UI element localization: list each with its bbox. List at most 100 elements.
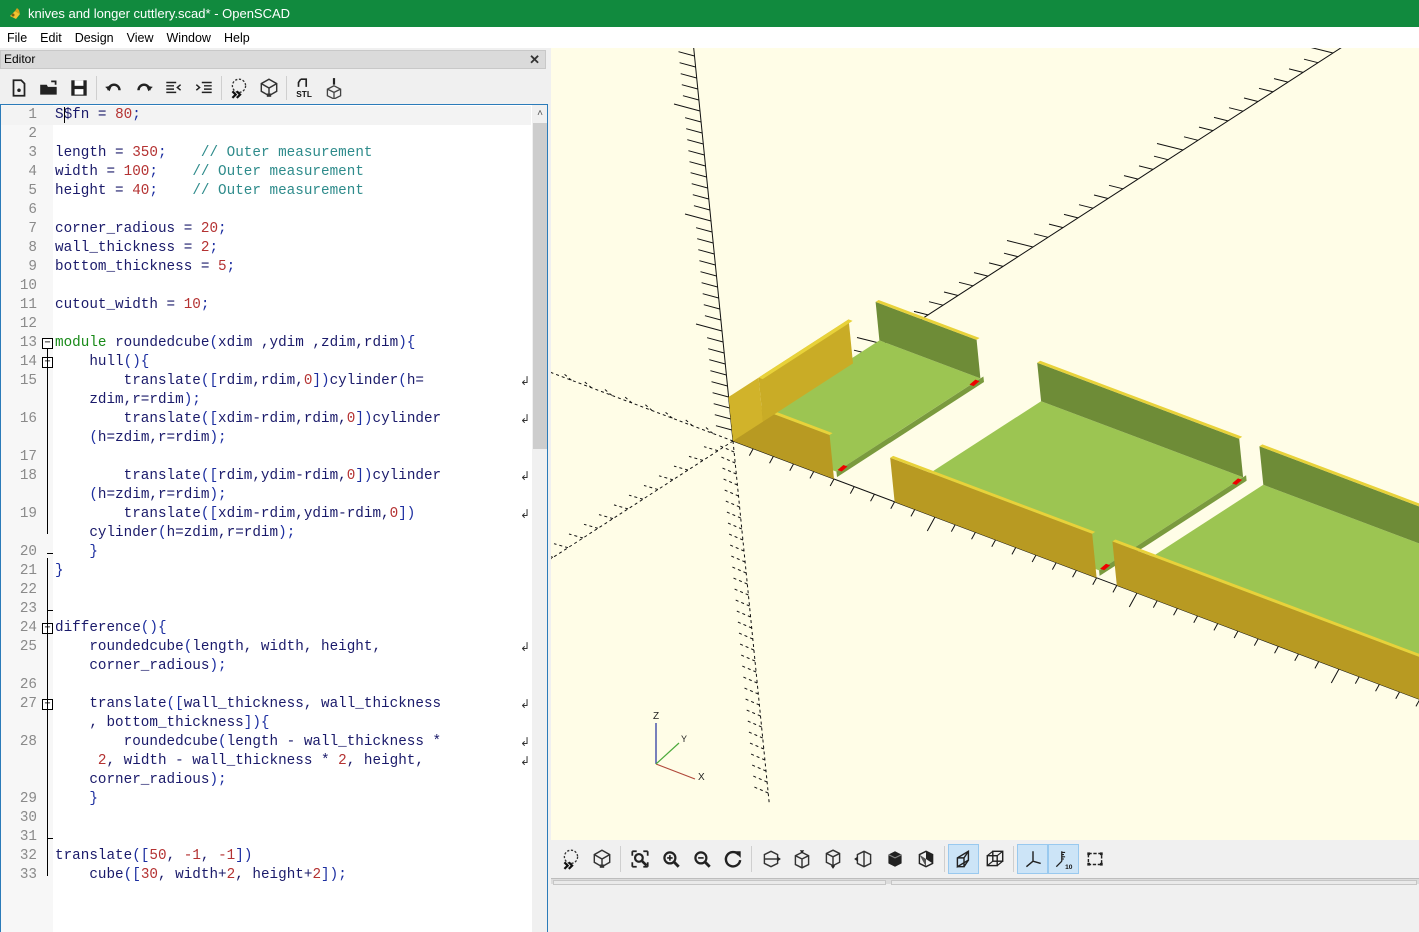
code-line[interactable]: 11cutout_width = 10; xyxy=(1,296,531,315)
show-scale-markers-button[interactable]: 10 xyxy=(1048,844,1079,874)
code-line[interactable]: 19 translate([xdim-rdim,ydim-rdim,0])↲ xyxy=(1,505,531,524)
code-token: } xyxy=(55,563,64,579)
save-button[interactable] xyxy=(64,74,94,102)
code-line[interactable]: 26 xyxy=(1,676,531,695)
code-line[interactable]: 18 translate([rdim,ydim-rdim,0])cylinder… xyxy=(1,467,531,486)
code-line[interactable]: 2 xyxy=(1,125,531,144)
view-front-button[interactable] xyxy=(879,844,910,874)
code-line[interactable]: cylinder(h=zdim,r=rdim); xyxy=(1,524,531,543)
show-edges-button[interactable] xyxy=(1079,844,1110,874)
code-line[interactable]: 25 roundedcube(length, width, height,↲ xyxy=(1,638,531,657)
zoom-in-button[interactable] xyxy=(655,844,686,874)
orthogonal-button[interactable] xyxy=(979,844,1010,874)
render-button[interactable] xyxy=(586,844,617,874)
menu-window[interactable]: Window xyxy=(160,31,217,45)
code-line[interactable]: 23 xyxy=(1,600,531,619)
new-file-button[interactable] xyxy=(4,74,34,102)
send-to-printer-button[interactable] xyxy=(319,74,349,102)
x-axis-tick xyxy=(992,540,996,547)
zoom-out-button[interactable] xyxy=(686,844,717,874)
code-line[interactable]: 2, width - wall_thickness * 2, height,↲ xyxy=(1,752,531,771)
menu-edit[interactable]: Edit xyxy=(33,31,68,45)
code-line[interactable]: 32translate([50, -1, -1]) xyxy=(1,847,531,866)
redo-button[interactable] xyxy=(129,74,159,102)
y-axis-tick xyxy=(1229,108,1243,112)
code-line[interactable]: 8wall_thickness = 2; xyxy=(1,239,531,258)
fold-toggle[interactable]: − xyxy=(42,338,53,349)
code-line[interactable]: 33 cube([30, width+2, height+2]); xyxy=(1,866,531,885)
code-line[interactable]: 24difference(){ xyxy=(1,619,531,638)
code-line[interactable]: 30 xyxy=(1,809,531,828)
code-editor[interactable]: 1S$fn = 80;23length = 350; // Outer meas… xyxy=(0,104,548,932)
code-line[interactable]: 17 xyxy=(1,448,531,467)
3d-viewport[interactable]: Z X Y xyxy=(551,48,1419,840)
preview-button[interactable] xyxy=(555,844,586,874)
code-token: ); xyxy=(184,392,201,408)
line-number: 17 xyxy=(1,448,37,467)
reset-view-button[interactable] xyxy=(717,844,748,874)
view-top-button[interactable] xyxy=(786,844,817,874)
unindent-button[interactable] xyxy=(159,74,189,102)
view-bottom-button[interactable] xyxy=(817,844,848,874)
indent-button[interactable] xyxy=(189,74,219,102)
code-line[interactable]: 3length = 350; // Outer measurement xyxy=(1,144,531,163)
code-line[interactable]: corner_radious); xyxy=(1,771,531,790)
z-axis-tick xyxy=(693,195,709,199)
export-stl-button[interactable]: STL xyxy=(289,74,319,102)
menu-file[interactable]: File xyxy=(0,31,33,45)
show-axes-button[interactable] xyxy=(1017,844,1048,874)
code-token: cylinder xyxy=(330,373,399,389)
code-token: xdim-rdim,rdim, xyxy=(218,411,347,427)
code-line[interactable]: (h=zdim,r=rdim); xyxy=(1,486,531,505)
code-line[interactable]: 28 roundedcube(length - wall_thickness *… xyxy=(1,733,531,752)
open-file-button[interactable] xyxy=(34,74,64,102)
line-text: bottom_thickness = 5; xyxy=(55,258,235,277)
z-axis-negative-tick xyxy=(741,655,755,661)
z-axis-tick xyxy=(674,104,700,111)
code-line[interactable]: 16 translate([xdim-rdim,rdim,0])cylinder… xyxy=(1,410,531,429)
console-tab[interactable] xyxy=(553,880,886,885)
code-line[interactable]: (h=zdim,r=rdim); xyxy=(1,429,531,448)
menu-help[interactable]: Help xyxy=(217,31,256,45)
code-line[interactable]: 1S$fn = 80; xyxy=(1,106,531,125)
code-line[interactable]: 5height = 40; // Outer measurement xyxy=(1,182,531,201)
perspective-button[interactable] xyxy=(948,844,979,874)
code-line[interactable]: 7corner_radious = 20; xyxy=(1,220,531,239)
menu-view[interactable]: View xyxy=(120,31,160,45)
preview-button[interactable] xyxy=(224,74,254,102)
menu-design[interactable]: Design xyxy=(68,31,120,45)
code-line[interactable]: 21} xyxy=(1,562,531,581)
code-line[interactable]: 27 translate([wall_thickness, wall_thick… xyxy=(1,695,531,714)
view-right-button[interactable] xyxy=(755,844,786,874)
undo-button[interactable] xyxy=(99,74,129,102)
code-line[interactable]: 29 } xyxy=(1,790,531,809)
scrollbar-thumb[interactable] xyxy=(533,123,547,449)
code-line[interactable]: 12 xyxy=(1,315,531,334)
code-line[interactable]: 9bottom_thickness = 5; xyxy=(1,258,531,277)
indent-icon xyxy=(193,77,215,99)
code-line[interactable]: 13module roundedcube(xdim ,ydim ,zdim,rd… xyxy=(1,334,531,353)
code-token: , xyxy=(167,848,184,864)
code-line[interactable]: 6 xyxy=(1,201,531,220)
code-line[interactable]: 4width = 100; // Outer measurement xyxy=(1,163,531,182)
code-line[interactable]: 31 xyxy=(1,828,531,847)
editor-vertical-scrollbar[interactable]: ˄ xyxy=(532,105,548,932)
view-left-button[interactable] xyxy=(848,844,879,874)
code-line[interactable]: zdim,r=rdim); xyxy=(1,391,531,410)
code-line[interactable]: 20 } xyxy=(1,543,531,562)
code-line[interactable]: 15 translate([rdim,rdim,0])cylinder(h=↲ xyxy=(1,372,531,391)
code-line[interactable]: 22 xyxy=(1,581,531,600)
code-line[interactable]: 14 hull(){ xyxy=(1,353,531,372)
x-axis-negative-line xyxy=(551,365,733,441)
view-all-button[interactable] xyxy=(624,844,655,874)
redo-icon xyxy=(133,77,155,99)
scroll-up-arrow-icon[interactable]: ˄ xyxy=(532,105,548,122)
view-back-button[interactable] xyxy=(910,844,941,874)
code-line[interactable]: corner_radious); xyxy=(1,657,531,676)
customizer-tab[interactable] xyxy=(891,880,1417,885)
code-line[interactable]: , bottom_thickness]){ xyxy=(1,714,531,733)
close-editor-button[interactable]: ✕ xyxy=(529,51,540,68)
line-text: , bottom_thickness]){ xyxy=(55,714,270,733)
code-line[interactable]: 10 xyxy=(1,277,531,296)
render-button[interactable] xyxy=(254,74,284,102)
